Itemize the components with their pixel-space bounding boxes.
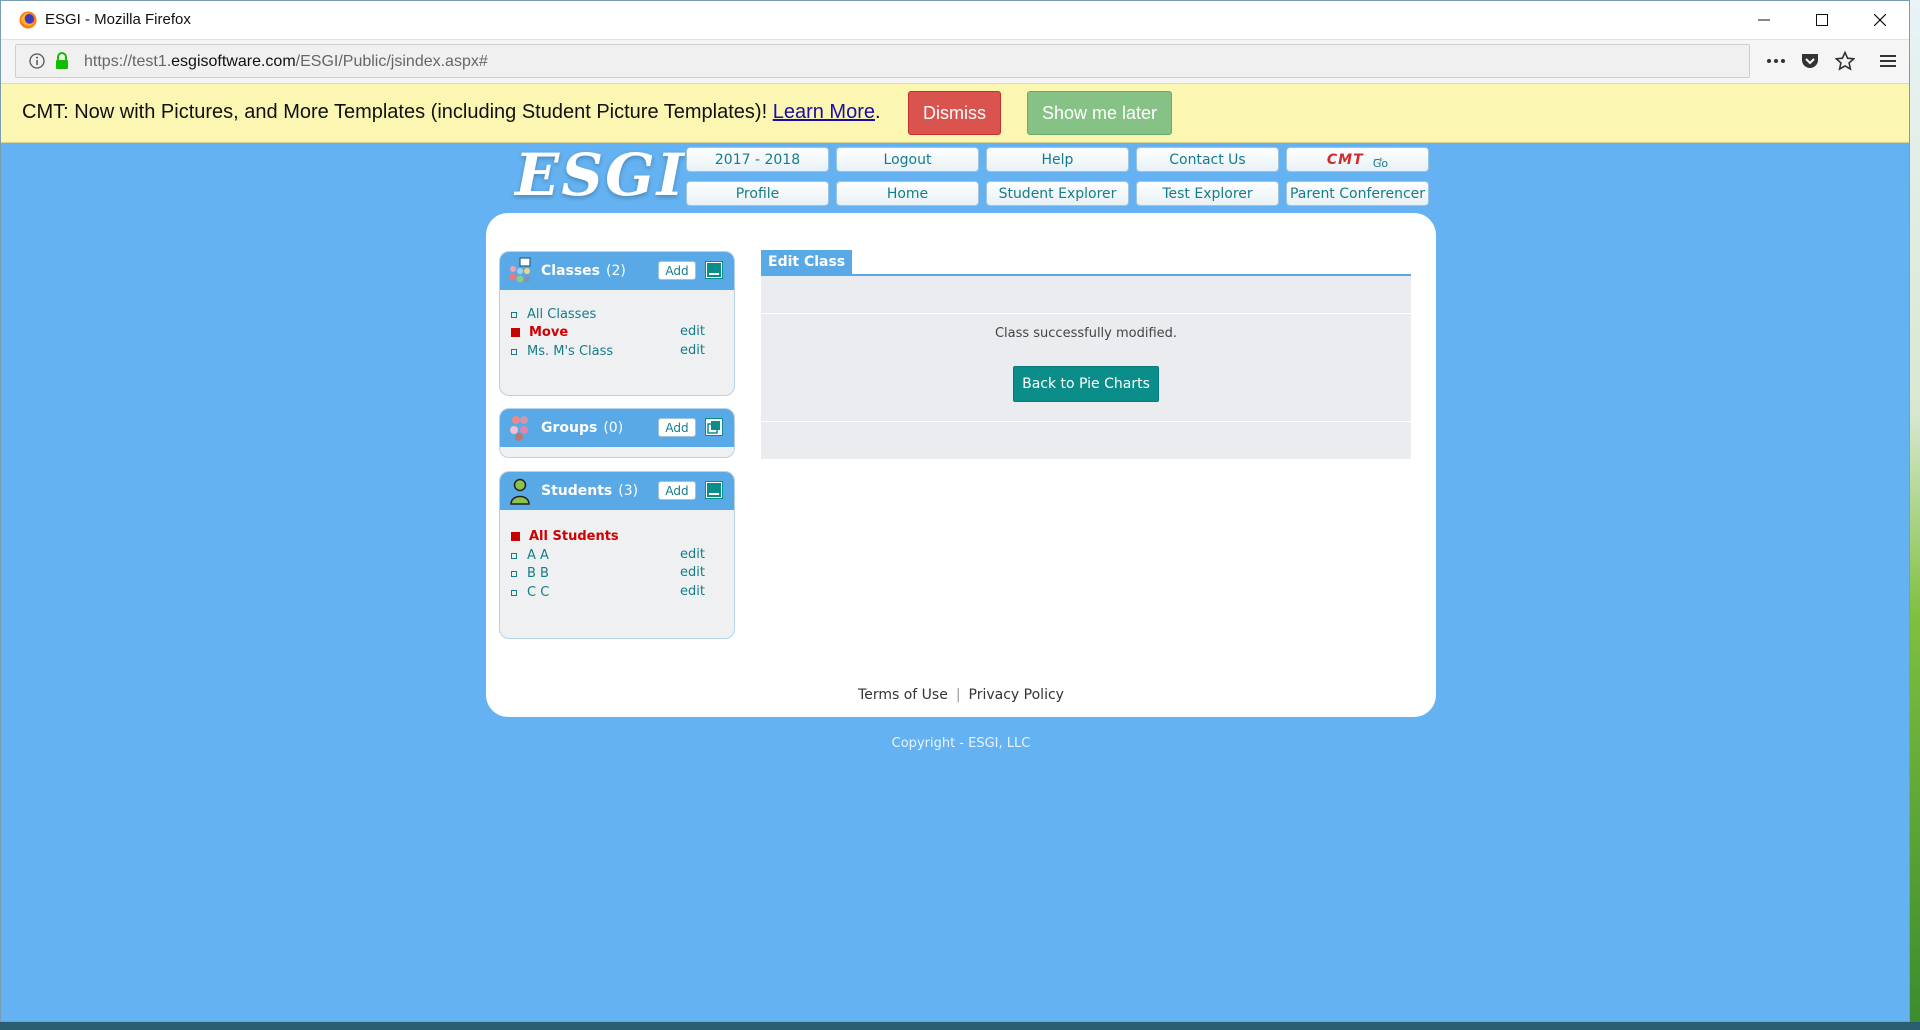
nav-contact-us[interactable]: Contact Us [1136, 147, 1279, 172]
bullet-icon [511, 348, 517, 355]
edit-class-move-link[interactable]: edit [680, 324, 705, 339]
pocket-icon [1802, 54, 1818, 68]
nav-home[interactable]: Home [836, 181, 979, 206]
add-group-button[interactable]: Add [658, 418, 696, 437]
terms-of-use-link[interactable]: Terms of Use [858, 687, 948, 703]
bullet-icon [511, 570, 517, 577]
student-item-bb[interactable]: B B [511, 566, 549, 581]
footer-separator: | [955, 687, 961, 703]
edit-class-content: Class successfully modified. Back to Pie… [761, 276, 1411, 459]
nav-help[interactable]: Help [986, 147, 1129, 172]
close-window-button[interactable] [1851, 1, 1909, 39]
groups-panel: Groups (0) Add [499, 408, 735, 458]
minimize-button[interactable] [1735, 1, 1793, 39]
window-title: ESGI - Mozilla Firefox [45, 11, 191, 28]
maximize-icon [1816, 14, 1828, 26]
more-dots-icon [1767, 59, 1785, 63]
class-item-move[interactable]: Move [511, 325, 568, 340]
groups-title: Groups (0) [541, 420, 624, 436]
copyright-text: Copyright - ESGI, LLC [891, 736, 1031, 751]
notification-bar: CMT: Now with Pictures, and More Templat… [1, 84, 1909, 143]
add-class-button[interactable]: Add [658, 261, 696, 280]
class-item-all[interactable]: All Classes [511, 307, 596, 322]
minimize-icon [1758, 19, 1770, 21]
collapse-classes-icon[interactable] [705, 261, 723, 279]
student-item-all[interactable]: All Students [511, 529, 619, 544]
dismiss-button[interactable]: Dismiss [908, 91, 1001, 135]
edit-student-aa-link[interactable]: edit [680, 547, 705, 562]
student-icon [510, 478, 530, 505]
lock-icon[interactable] [54, 52, 70, 70]
students-panel: Students (3) Add All Students A A edit B … [499, 471, 735, 639]
maximize-button[interactable] [1793, 1, 1851, 39]
taskbar-edge [0, 1022, 1920, 1030]
desktop-background [1910, 0, 1920, 1030]
groups-icon [510, 416, 528, 441]
nav-profile[interactable]: Profile [686, 181, 829, 206]
classes-title: Classes (2) [541, 263, 626, 279]
nav-logout[interactable]: Logout [836, 147, 979, 172]
notification-text: CMT: Now with Pictures, and More Templat… [22, 101, 881, 123]
bullet-icon [511, 552, 517, 559]
firefox-logo-icon [19, 11, 37, 29]
nav-student-explorer[interactable]: Student Explorer [986, 181, 1129, 206]
classes-panel: Classes (2) Add All Classes Move edit Ms.… [499, 251, 735, 396]
collapse-students-icon[interactable] [705, 481, 723, 499]
menu-button[interactable] [1877, 50, 1899, 72]
edit-class-ms-m-link[interactable]: edit [680, 343, 705, 358]
bullet-icon [511, 311, 517, 318]
nav-cmt-go[interactable]: CMT ⇾ Go [1286, 147, 1429, 172]
privacy-policy-link[interactable]: Privacy Policy [969, 687, 1064, 703]
content-divider [761, 313, 1411, 314]
url-text[interactable]: https://test1.esgisoftware.com/ESGI/Publ… [84, 53, 488, 71]
cmt-logo: CMT [1326, 151, 1364, 168]
class-item-ms-m[interactable]: Ms. M's Class [511, 344, 613, 359]
bookmark-button[interactable] [1834, 50, 1856, 72]
bullet-icon [511, 589, 517, 596]
title-bar: ESGI - Mozilla Firefox [1, 1, 1909, 40]
page-actions-button[interactable] [1765, 50, 1787, 72]
url-bar[interactable]: https://test1.esgisoftware.com/ESGI/Publ… [15, 44, 1750, 78]
students-title: Students (3) [541, 483, 639, 499]
edit-student-bb-link[interactable]: edit [680, 565, 705, 580]
student-item-aa[interactable]: A A [511, 548, 549, 563]
hamburger-menu-icon [1880, 55, 1896, 67]
main-card: Classes (2) Add All Classes Move edit Ms.… [486, 213, 1436, 717]
success-message: Class successfully modified. [994, 326, 1178, 341]
browser-window: ESGI - Mozilla Firefox https://test1.esg… [0, 0, 1910, 1022]
back-to-pie-charts-button[interactable]: Back to Pie Charts [1013, 366, 1159, 402]
esgi-logo[interactable]: ESGI [515, 141, 686, 209]
students-panel-header: Students (3) Add [500, 472, 734, 510]
star-icon [1835, 51, 1855, 71]
edit-student-cc-link[interactable]: edit [680, 584, 705, 599]
footer-links: Terms of Use | Privacy Policy [486, 687, 1436, 703]
selected-bullet-icon [511, 532, 520, 541]
show-me-later-button[interactable]: Show me later [1027, 91, 1172, 135]
expand-groups-icon[interactable] [705, 418, 723, 436]
selected-bullet-icon [511, 328, 520, 337]
student-item-cc[interactable]: C C [511, 585, 549, 600]
nav-test-explorer[interactable]: Test Explorer [1136, 181, 1279, 206]
pocket-button[interactable] [1799, 50, 1821, 72]
classes-panel-header: Classes (2) Add [500, 252, 734, 290]
nav-parent-conferencer[interactable]: Parent Conferencer [1286, 181, 1429, 206]
close-icon [1874, 14, 1886, 26]
learn-more-link[interactable]: Learn More [773, 101, 875, 123]
cmt-go-label: Go [1372, 157, 1389, 170]
nav-school-year[interactable]: 2017 - 2018 [686, 147, 829, 172]
info-icon[interactable] [29, 53, 45, 69]
groups-panel-header: Groups (0) Add [500, 409, 734, 447]
tab-edit-class[interactable]: Edit Class [761, 250, 853, 274]
classes-icon [509, 257, 531, 283]
add-student-button[interactable]: Add [658, 481, 696, 500]
navigation-toolbar: https://test1.esgisoftware.com/ESGI/Publ… [1, 40, 1909, 84]
content-divider [761, 421, 1411, 422]
